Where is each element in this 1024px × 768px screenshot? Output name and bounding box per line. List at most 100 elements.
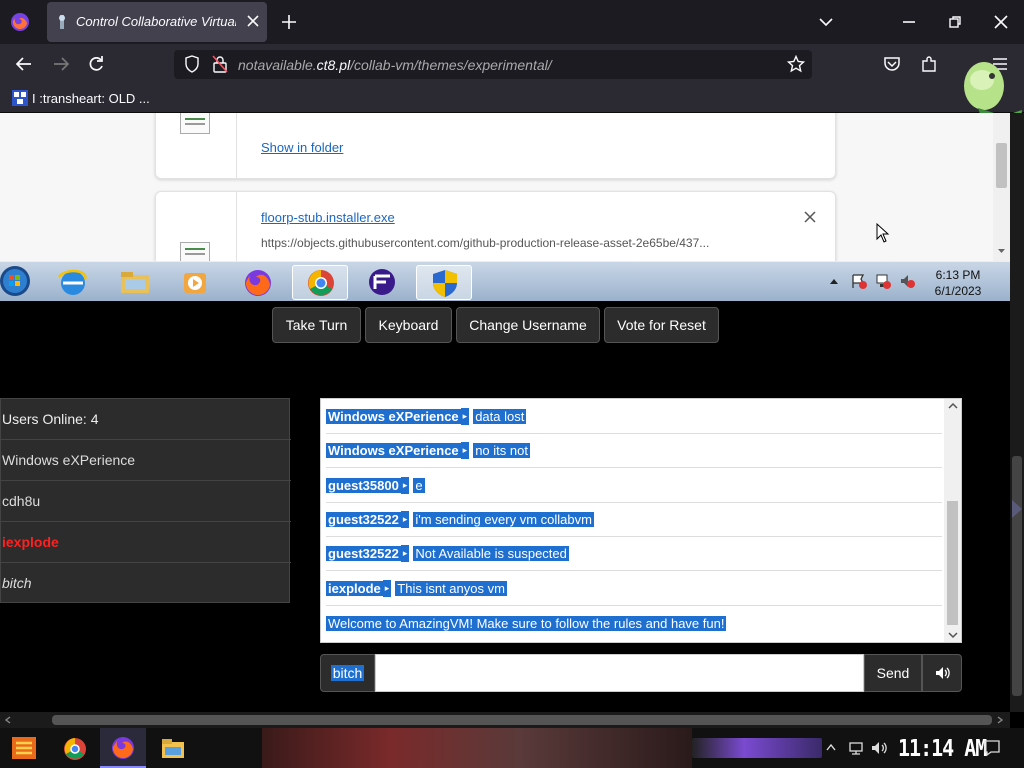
page-horizontal-scrollbar[interactable] bbox=[0, 712, 1010, 728]
restore-icon[interactable] bbox=[947, 14, 963, 30]
tracking-protection-shield-icon[interactable] bbox=[184, 55, 200, 73]
extensions-puzzle-icon[interactable] bbox=[920, 55, 938, 73]
download-card-floorp: floorp-stub.installer.exe https://object… bbox=[155, 191, 836, 261]
user-list-item[interactable]: Windows eXPerience bbox=[1, 439, 291, 480]
url-domain: ct8.pl bbox=[316, 57, 351, 73]
message-separator-arrow-icon: ▸ bbox=[460, 408, 470, 425]
user-list-item[interactable]: cdh8u bbox=[1, 480, 291, 521]
url-path: /collab-vm/themes/experimental/ bbox=[350, 57, 552, 73]
chat-message-username[interactable]: Windows eXPerience bbox=[326, 409, 461, 424]
new-tab-icon[interactable] bbox=[281, 14, 297, 30]
remove-download-close-icon[interactable] bbox=[804, 211, 816, 223]
horizontal-scrollbar-thumb[interactable] bbox=[52, 715, 992, 725]
host-network-icon[interactable] bbox=[848, 740, 864, 756]
message-separator-arrow-icon: ▸ bbox=[382, 579, 392, 597]
host-tray-chevron-up-icon[interactable] bbox=[826, 743, 836, 751]
chat-message-username[interactable]: guest32522 bbox=[326, 511, 401, 527]
message-separator-arrow-icon: ▸ bbox=[400, 510, 410, 528]
chat-message-text: data lost bbox=[473, 409, 527, 424]
host-firefox-task[interactable] bbox=[100, 728, 146, 768]
chat-message: iexplode ▸ This isnt anyos vm bbox=[326, 572, 942, 606]
bookmark-star-icon[interactable] bbox=[787, 55, 805, 73]
tab-favicon-icon bbox=[55, 14, 69, 30]
bookmarks-toolbar bbox=[0, 84, 1024, 113]
start-orb-icon[interactable] bbox=[0, 264, 34, 298]
host-file-explorer-icon[interactable] bbox=[161, 737, 185, 759]
expand-panel-arrow-icon[interactable] bbox=[1010, 496, 1024, 522]
reload-icon[interactable] bbox=[87, 55, 105, 73]
chat-message-username[interactable]: Windows eXPerience bbox=[326, 443, 461, 459]
scroll-down-arrow-icon[interactable] bbox=[997, 247, 1006, 255]
scroll-right-arrow-icon[interactable] bbox=[996, 716, 1004, 724]
vm-taskbar: 6:13 PM 6/1/2023 bbox=[0, 261, 1010, 301]
chat-message-username[interactable]: iexplode bbox=[326, 580, 383, 596]
page-scrollbar-thumb[interactable] bbox=[1012, 456, 1022, 696]
vm-page-scrollbar[interactable] bbox=[993, 113, 1010, 261]
taskbar-internet-explorer-icon[interactable] bbox=[45, 265, 101, 300]
chat-message-input[interactable] bbox=[375, 654, 864, 692]
close-window-icon[interactable] bbox=[993, 14, 1009, 30]
user-list-item[interactable]: bitch bbox=[1, 562, 291, 603]
chat-panel[interactable]: Windows eXPerience ▸ data lost Windows eXPe… bbox=[320, 398, 962, 643]
volume-muted-icon[interactable] bbox=[899, 273, 915, 289]
chat-sound-toggle-button[interactable] bbox=[922, 654, 962, 692]
chat-message-text: This isnt anyos vm bbox=[395, 580, 507, 596]
take-turn-button[interactable]: Take Turn bbox=[272, 307, 361, 343]
host-volume-icon[interactable] bbox=[871, 740, 889, 756]
taskbar-installer-shield-icon[interactable] bbox=[416, 265, 472, 300]
minimize-icon[interactable] bbox=[901, 14, 917, 30]
host-chrome-icon[interactable] bbox=[62, 736, 88, 762]
users-online-header: Users Online: 4 bbox=[2, 411, 99, 427]
forward-arrow-icon[interactable] bbox=[52, 56, 70, 72]
change-username-button[interactable]: Change Username bbox=[456, 307, 600, 343]
taskbar-floorp-icon[interactable] bbox=[354, 265, 410, 300]
chat-message-username[interactable]: guest35800 bbox=[326, 477, 401, 493]
taskbar-firefox-icon[interactable] bbox=[230, 265, 286, 300]
chat-message-username[interactable]: guest32522 bbox=[326, 546, 401, 562]
vm-clock[interactable]: 6:13 PM 6/1/2023 bbox=[926, 267, 990, 299]
page-vertical-scrollbar[interactable] bbox=[1010, 113, 1024, 712]
taskbar-media-player-icon[interactable] bbox=[168, 265, 224, 300]
chat-scroll-up-arrow-icon[interactable] bbox=[948, 402, 958, 410]
speaker-volume-icon bbox=[935, 666, 951, 680]
users-online-panel: Users Online: 4 Windows eXPerience cdh8u i… bbox=[0, 398, 291, 603]
scroll-left-arrow-icon[interactable] bbox=[4, 716, 12, 724]
host-start-icon[interactable] bbox=[10, 735, 38, 761]
download-file-name-link[interactable]: floorp-stub.installer.exe bbox=[261, 210, 395, 225]
firefox-menu-icon[interactable] bbox=[10, 12, 30, 32]
vote-for-reset-button[interactable]: Vote for Reset bbox=[604, 307, 719, 343]
network-icon[interactable] bbox=[875, 273, 891, 289]
user-list-item[interactable]: iexplode bbox=[1, 521, 291, 562]
chat-scrollbar-thumb[interactable] bbox=[947, 501, 958, 625]
insecure-lock-icon[interactable] bbox=[212, 55, 228, 73]
taskbar-chrome-icon[interactable] bbox=[292, 265, 348, 300]
chat-message: Windows eXPerience ▸ data lost bbox=[326, 400, 942, 434]
back-arrow-icon[interactable] bbox=[15, 56, 33, 72]
bookmark-item[interactable]: I :transheart: OLD ... bbox=[32, 91, 150, 106]
scrollbar-thumb[interactable] bbox=[996, 143, 1007, 188]
url-text[interactable]: notavailable.ct8.pl/collab-vm/themes/exp… bbox=[238, 57, 552, 73]
pocket-icon[interactable] bbox=[883, 56, 901, 72]
host-firefox-icon bbox=[110, 735, 136, 761]
screen: Control Collaborative Virtual M notavail… bbox=[0, 0, 1024, 768]
chat-username-text: bitch bbox=[330, 665, 365, 681]
tab-title: Control Collaborative Virtual M bbox=[76, 14, 236, 29]
show-hidden-icons-chevron-up-icon[interactable] bbox=[829, 277, 839, 285]
bookmark-favicon-icon bbox=[12, 90, 28, 106]
tab-close-icon[interactable] bbox=[245, 13, 261, 29]
keyboard-button[interactable]: Keyboard bbox=[365, 307, 452, 343]
host-clock[interactable]: 11:14 AM bbox=[898, 734, 987, 762]
chat-scroll-down-arrow-icon[interactable] bbox=[948, 631, 958, 639]
vm-clock-date: 6/1/2023 bbox=[934, 284, 982, 298]
list-all-tabs-chevron-down-icon[interactable] bbox=[818, 15, 834, 29]
download-card-previous: Show in folder bbox=[155, 113, 836, 180]
taskbar-explorer-folder-icon[interactable] bbox=[107, 265, 163, 300]
vm-screen[interactable]: Show in folder floorp-stub.installer.exe… bbox=[0, 113, 1010, 261]
action-center-flag-icon[interactable] bbox=[851, 273, 867, 289]
send-button[interactable]: Send bbox=[864, 654, 922, 692]
chat-input-row: bitch Send bbox=[320, 654, 962, 692]
message-separator-arrow-icon: ▸ bbox=[460, 442, 470, 460]
chat-scrollbar[interactable] bbox=[944, 399, 961, 642]
notification-center-icon[interactable] bbox=[983, 739, 1001, 757]
show-in-folder-link[interactable]: Show in folder bbox=[261, 140, 343, 155]
